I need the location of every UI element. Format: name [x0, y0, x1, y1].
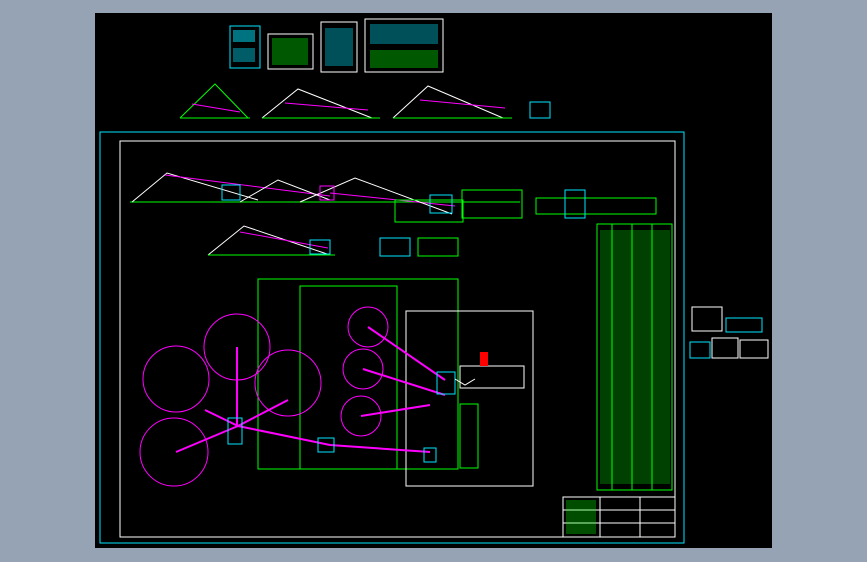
- main-plan: [139, 278, 534, 487]
- side-details: [689, 306, 769, 359]
- cad-drawing[interactable]: [0, 0, 867, 562]
- detail-views: [229, 18, 444, 73]
- main-elevation: [130, 172, 657, 223]
- secondary-elevation: [207, 225, 459, 257]
- parts-table: [596, 223, 673, 491]
- outer-frame: [99, 131, 685, 544]
- title-block: [562, 496, 676, 538]
- top-elevations: [179, 83, 551, 119]
